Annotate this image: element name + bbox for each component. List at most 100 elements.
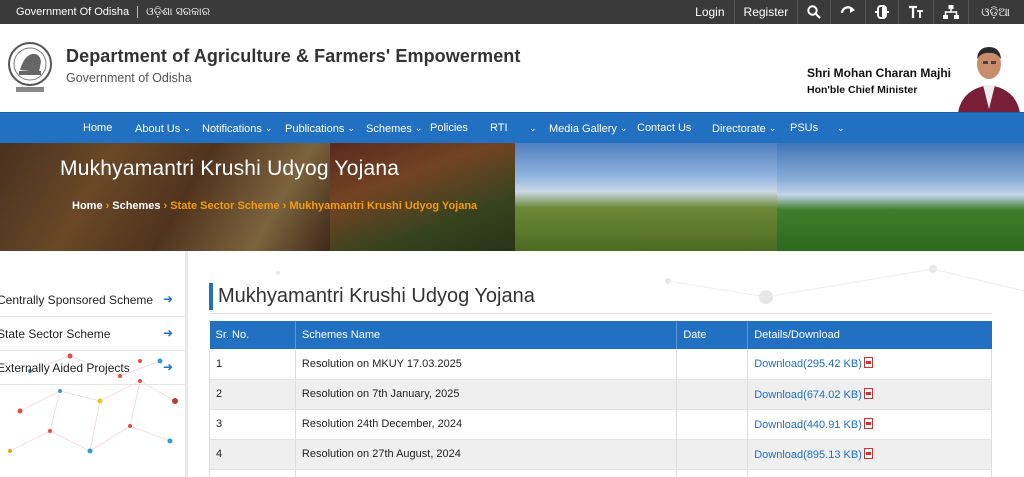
sitemap-icon[interactable] [933, 0, 968, 24]
chevron-right-icon: › [163, 200, 168, 212]
nav-extra-dropdown[interactable]: ⌄ [834, 113, 845, 144]
cell-date [676, 379, 749, 410]
table-header-row: Sr. No. Schemes Name Date Details/Downlo… [209, 321, 992, 349]
nav-label: PSUs [790, 122, 819, 134]
nav-label: About Us [135, 123, 181, 135]
register-link[interactable]: Register [733, 0, 798, 24]
download-link[interactable]: Download(295.42 KB) [754, 358, 862, 370]
cell-sr-no [209, 469, 296, 477]
cell-sr-no: 2 [209, 379, 296, 410]
nav-label: Publications [285, 123, 345, 135]
nav-label: Notifications [202, 123, 262, 135]
nav-label: Home [83, 122, 113, 134]
nav-psus[interactable]: PSUs [790, 113, 818, 144]
cell-date [676, 409, 749, 440]
pdf-icon[interactable] [863, 447, 873, 459]
cell-date [676, 439, 749, 470]
column-header-scheme-name: Schemes Name [295, 321, 678, 349]
cell-download: Download(895.13 KB) [747, 439, 992, 470]
download-link[interactable]: Download(895.13 KB) [754, 449, 862, 461]
nav-home[interactable]: Home [83, 113, 112, 144]
department-title: Department of Agriculture & Farmers' Emp… [66, 46, 521, 66]
table-row [209, 469, 992, 477]
login-link[interactable]: Login [686, 0, 733, 24]
nav-notifications[interactable]: Notifications ⌄ [202, 113, 272, 144]
chief-minister-name: Shri Mohan Charan Majhi [807, 66, 952, 80]
page-banner: Mukhyamantri Krushi Udyog Yojana Home › Sc… [0, 143, 1024, 251]
table-row: 2 Resolution on 7th January, 2025 Downlo… [209, 379, 992, 410]
sidebar-item-label: State Sector Scheme [0, 327, 111, 341]
cell-sr-no: 3 [209, 409, 296, 440]
gov-odisha-odia-link[interactable]: ଓଡ଼ିଶା ସରକାର [140, 6, 216, 19]
chevron-down-icon: ⌄ [529, 123, 537, 133]
chevron-right-icon: › [105, 200, 110, 212]
scheme-sidebar: Centrally Sponsored Scheme ➜ State Secto… [0, 251, 185, 477]
table-row: 3 Resolution 24th December, 2024 Downloa… [209, 409, 992, 440]
odisha-emblem-icon[interactable] [6, 38, 54, 94]
breadcrumb-current: Mukhyamantri Krushi Udyog Yojana [289, 200, 478, 212]
column-header-sr-no: Sr. No. [209, 321, 296, 349]
banner-image-paddy [515, 143, 777, 251]
download-link[interactable]: Download(674.02 KB) [754, 389, 862, 401]
cell-sr-no: 1 [209, 349, 296, 380]
download-link[interactable]: Download(440.91 KB) [754, 419, 862, 431]
contrast-icon[interactable] [865, 0, 898, 24]
nav-rti[interactable]: RTI [490, 113, 508, 144]
pdf-icon[interactable] [863, 417, 873, 429]
text-size-icon[interactable] [898, 0, 933, 24]
nav-label: Media Gallery [549, 123, 617, 135]
cell-date [676, 349, 749, 380]
sidebar-item-centrally-sponsored[interactable]: Centrally Sponsored Scheme ➜ [0, 283, 185, 317]
chevron-down-icon: ⌄ [619, 123, 628, 133]
breadcrumb-state-sector[interactable]: State Sector Scheme [170, 200, 279, 212]
title-underline [209, 313, 992, 314]
nav-policies[interactable]: Policies [430, 113, 468, 144]
chevron-down-icon: ⌄ [183, 123, 191, 133]
main-navigation: Home About Us ⌄ Notifications ⌄ Publicatio… [0, 112, 1024, 143]
pdf-icon[interactable] [863, 387, 873, 399]
chevron-down-icon: ⌄ [347, 123, 355, 133]
refresh-icon[interactable] [830, 0, 865, 24]
column-header-date: Date [676, 321, 749, 349]
nav-label: Schemes [366, 123, 412, 135]
nav-schemes[interactable]: Schemes ⌄ [366, 113, 422, 144]
breadcrumb-home[interactable]: Home [72, 200, 103, 212]
pdf-icon[interactable] [863, 357, 873, 369]
arrow-right-icon: ➜ [163, 326, 174, 340]
breadcrumb-schemes[interactable]: Schemes [112, 200, 160, 212]
breadcrumb: Home › Schemes › State Sector Scheme › Mukhyam… [72, 200, 477, 212]
chevron-down-icon: ⌄ [264, 123, 273, 133]
language-toggle[interactable]: ଓଡ଼ିଆ [968, 0, 1024, 24]
nav-more-dropdown[interactable]: ⌄ [526, 113, 537, 144]
nav-directorate[interactable]: Directorate ⌄ [712, 113, 776, 144]
schemes-table: Sr. No. Schemes Name Date Details/Downlo… [209, 321, 992, 477]
chevron-right-icon: › [282, 200, 287, 212]
nav-label: Directorate [712, 123, 766, 135]
table-row: 1 Resolution on MKUY 17.03.2025 Download… [209, 349, 992, 380]
top-utility-bar: Government Of Odisha ଓଡ଼ିଶା ସରକାର Login … [0, 0, 1024, 24]
top-bar-left: Government Of Odisha ଓଡ଼ିଶା ସରକାର [10, 0, 216, 24]
cell-sr-no: 4 [209, 439, 296, 470]
cell-download: Download(295.42 KB) [747, 349, 992, 380]
nav-about-us[interactable]: About Us ⌄ [135, 113, 191, 144]
chevron-down-icon: ⌄ [414, 123, 423, 133]
gov-odisha-link[interactable]: Government Of Odisha [10, 6, 135, 18]
top-bar-right: Login Register ଓଡ଼ିଆ [686, 0, 1024, 24]
site-header: Department of Agriculture & Farmers' Emp… [0, 24, 1024, 113]
cell-scheme-name: Resolution on MKUY 17.03.2025 [295, 349, 678, 380]
cell-scheme-name [295, 469, 678, 477]
sidebar-item-label: Externally Aided Projects [0, 361, 130, 375]
nav-label: Policies [430, 122, 468, 134]
divider [137, 6, 139, 18]
sidebar-item-externally-aided[interactable]: Externally Aided Projects ➜ [0, 351, 185, 385]
sidebar-item-state-sector[interactable]: State Sector Scheme ➜ [0, 317, 185, 351]
nav-media-gallery[interactable]: Media Gallery ⌄ [549, 113, 627, 144]
search-icon[interactable] [797, 0, 830, 24]
nav-contact-us[interactable]: Contact Us [637, 113, 691, 144]
cell-scheme-name: Resolution on 7th January, 2025 [295, 379, 678, 410]
sidebar-item-label: Centrally Sponsored Scheme [0, 293, 154, 307]
column-header-download: Details/Download [747, 321, 992, 349]
nav-publications[interactable]: Publications ⌄ [285, 113, 355, 144]
page-title: Mukhyamantri Krushi Udyog Yojana [209, 283, 535, 310]
chevron-down-icon: ⌄ [837, 123, 845, 133]
